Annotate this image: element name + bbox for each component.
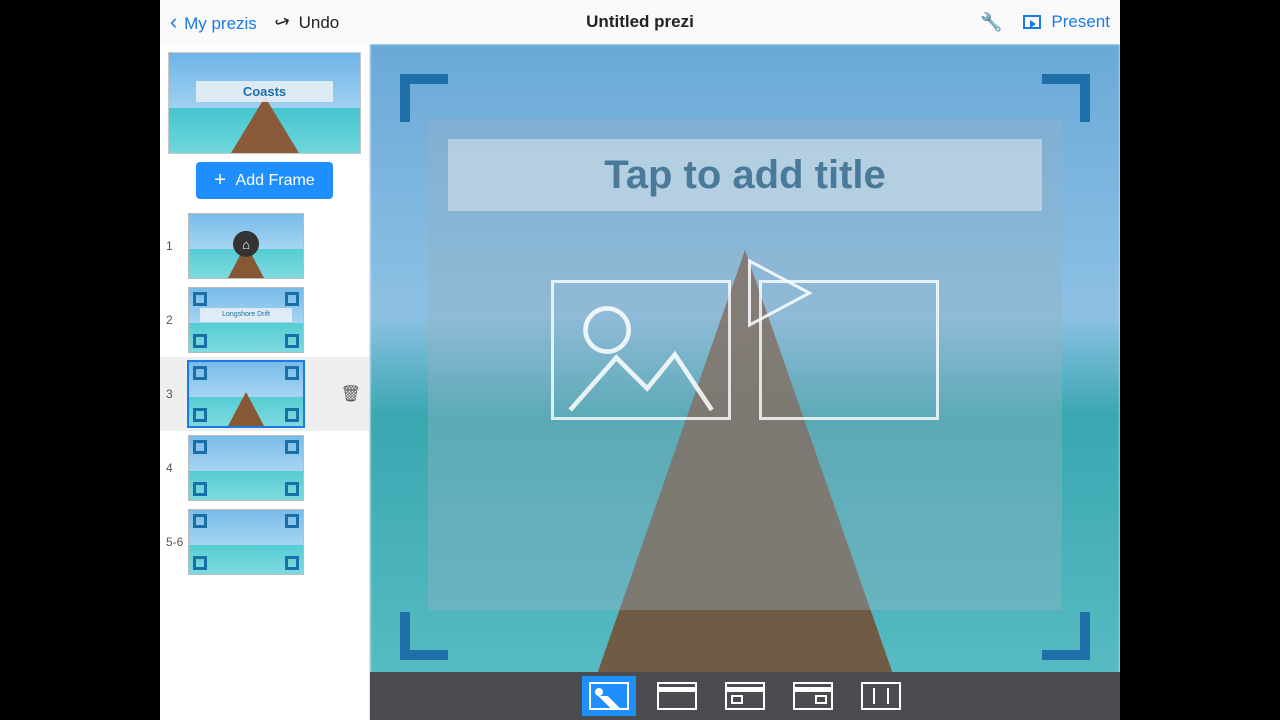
- layout-header-image[interactable]: [718, 676, 772, 716]
- undo-label: Undo: [299, 13, 340, 32]
- plus-icon: +: [214, 169, 226, 191]
- chevron-left-icon: ‹: [170, 9, 177, 34]
- frame-row[interactable]: 1 ⌂: [160, 209, 369, 283]
- add-frame-label: Add Frame: [236, 172, 315, 189]
- frame-thumb: [188, 435, 304, 501]
- frame-number: 1: [166, 239, 184, 253]
- frame-row[interactable]: 4: [160, 431, 369, 505]
- frame-row[interactable]: 2 Longshore Drift: [160, 283, 369, 357]
- layout-picture[interactable]: [582, 676, 636, 716]
- image-placeholder[interactable]: [551, 280, 731, 420]
- frame-number: 5-6: [166, 535, 184, 549]
- frame-thumb: Longshore Drift: [188, 287, 304, 353]
- toolbar-left: ‹ My prezis ↩ Undo: [170, 9, 483, 35]
- trash-icon: 🗑: [341, 386, 361, 403]
- overview-thumbnail[interactable]: Coasts: [168, 52, 361, 154]
- layout-picture-icon: [589, 682, 629, 710]
- top-toolbar: ‹ My prezis ↩ Undo Untitled prezi 🔧 Pres…: [160, 0, 1120, 44]
- image-icon: [564, 293, 718, 416]
- mini-label: Longshore Drift: [200, 308, 291, 322]
- undo-icon: ↩: [272, 10, 293, 35]
- frame-thumb: [188, 361, 304, 427]
- present-button[interactable]: Present: [1023, 12, 1110, 32]
- layout-columns-icon: [861, 682, 901, 710]
- toolbar-right: 🔧 Present: [797, 12, 1110, 33]
- frame-row[interactable]: 5-6: [160, 505, 369, 579]
- frame-number: 2: [166, 313, 184, 327]
- thumb-pier: [231, 97, 299, 153]
- present-icon: [1023, 15, 1041, 29]
- delete-frame-button[interactable]: 🗑: [341, 384, 361, 404]
- main-area: Coasts + Add Frame 1 ⌂ 2 Longsh: [160, 44, 1120, 720]
- editor-canvas[interactable]: Tap to add title: [370, 44, 1120, 720]
- undo-button[interactable]: ↩ Undo: [275, 12, 339, 33]
- frame-thumb: [188, 509, 304, 575]
- layout-header-icon: [657, 682, 697, 710]
- layout-columns[interactable]: [854, 676, 908, 716]
- placeholder-row: [370, 280, 1120, 420]
- add-frame-button[interactable]: + Add Frame: [196, 162, 332, 199]
- frame-thumb: ⌂: [188, 213, 304, 279]
- back-label: My prezis: [184, 14, 257, 33]
- layout-header-image-icon: [725, 682, 765, 710]
- back-button[interactable]: ‹ My prezis: [170, 9, 257, 35]
- layout-corner-icon: [793, 682, 833, 710]
- frame-sidebar: Coasts + Add Frame 1 ⌂ 2 Longsh: [160, 44, 370, 720]
- present-label: Present: [1051, 12, 1110, 31]
- wrench-icon: 🔧: [980, 12, 1002, 32]
- settings-button[interactable]: 🔧: [980, 12, 1002, 33]
- frame-number: 3: [166, 387, 184, 401]
- document-title[interactable]: Untitled prezi: [483, 12, 796, 32]
- layout-header[interactable]: [650, 676, 704, 716]
- home-icon: ⌂: [233, 231, 259, 257]
- frame-row[interactable]: 3 🗑: [160, 357, 369, 431]
- frame-number: 4: [166, 461, 184, 475]
- prezi-editor: ‹ My prezis ↩ Undo Untitled prezi 🔧 Pres…: [160, 0, 1120, 720]
- video-placeholder[interactable]: [759, 280, 939, 420]
- overview-title: Coasts: [196, 81, 334, 102]
- title-placeholder[interactable]: Tap to add title: [448, 139, 1042, 211]
- layout-corner[interactable]: [786, 676, 840, 716]
- layout-toolbar: [370, 672, 1120, 720]
- play-icon: [732, 253, 822, 333]
